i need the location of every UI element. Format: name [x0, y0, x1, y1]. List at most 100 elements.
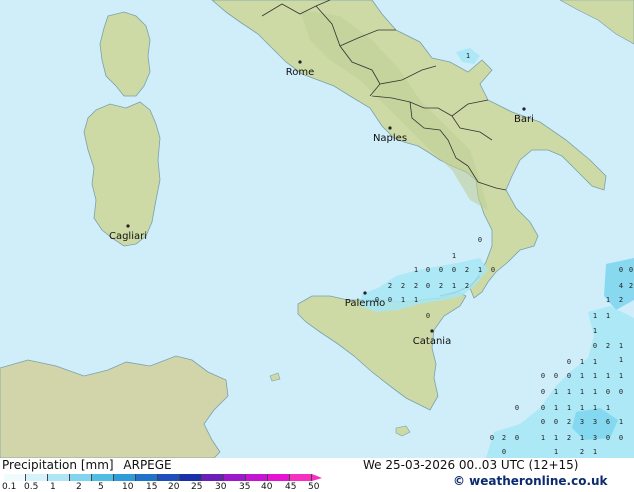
city-dot: [298, 60, 302, 64]
land-north-africa: [0, 355, 229, 458]
precip-value: 1: [414, 296, 418, 304]
precip-value: 0: [439, 266, 443, 274]
precip-value: 2: [629, 282, 633, 290]
precip-value: 0: [541, 388, 545, 396]
precip-value: 2: [465, 266, 469, 274]
scale-tick-label: 50: [308, 482, 320, 492]
city-label-catania: Catania: [413, 336, 451, 347]
precip-value: 1: [580, 434, 584, 442]
scale-swatch: [158, 474, 180, 481]
precip-value: 1: [478, 266, 482, 274]
precip-value: 1: [414, 266, 418, 274]
precip-value: 1: [452, 252, 456, 260]
scale-tick-label: 30: [215, 482, 227, 492]
precip-value: 1: [619, 342, 623, 350]
precip-value: 1: [554, 404, 558, 412]
precipitation-map[interactable]: 1011000210222021200110004212111021101100…: [0, 0, 634, 458]
precip-value: 1: [580, 404, 584, 412]
city-label-palermo: Palermo: [345, 298, 385, 309]
precip-value: 1: [606, 372, 610, 380]
precip-value: 0: [388, 296, 392, 304]
scale-tick-label: 20: [168, 482, 180, 492]
precip-value: 0: [491, 266, 495, 274]
precip-value: 2: [414, 282, 418, 290]
precip-value: 1: [606, 296, 610, 304]
precip-value: 4: [619, 282, 623, 290]
precip-value: 0: [426, 312, 430, 320]
precip-value: 0: [452, 266, 456, 274]
precip-value: 0: [541, 418, 545, 426]
scale-tick-label: 15: [146, 482, 158, 492]
city-dot: [522, 107, 526, 111]
precip-value: 1: [619, 418, 623, 426]
precip-value: 1: [593, 327, 597, 335]
city-label-cagliari: Cagliari: [109, 231, 147, 242]
city-dot: [126, 224, 130, 228]
precip-value: 1: [567, 404, 571, 412]
precip-value: 1: [554, 434, 558, 442]
precip-value: 0: [502, 448, 506, 456]
footer-title-row: Precipitation [mm] ARPEGE: [2, 458, 172, 472]
scale-swatch: [48, 474, 70, 481]
precip-value: 1: [580, 358, 584, 366]
precip-value: 0: [515, 434, 519, 442]
precip-value: 1: [606, 312, 610, 320]
precip-value: 1: [593, 358, 597, 366]
scale-tick-label: 45: [285, 482, 297, 492]
city-label-naples: Naples: [373, 133, 407, 144]
city-label-rome: Rome: [286, 67, 315, 78]
precip-value: 6: [606, 418, 610, 426]
precip-value: 0: [567, 358, 571, 366]
precip-value: 0: [554, 372, 558, 380]
precip-value: 0: [629, 266, 633, 274]
precip-value: 1: [567, 388, 571, 396]
precip-value: 1: [580, 388, 584, 396]
precip-value: 1: [619, 372, 623, 380]
precip-value: 1: [541, 434, 545, 442]
scale-swatch: [268, 474, 290, 481]
map-canvas: 1011 0 0 0 2 1 02 2 2 0 2 1 20 0 1 100 04 21 21 110 2 110 1 10 0…: [0, 0, 634, 458]
scale-swatch: [4, 474, 26, 481]
city-dot: [363, 291, 367, 295]
precip-value: 0: [554, 418, 558, 426]
scale-swatch: [290, 474, 312, 481]
precip-value: 0: [606, 388, 610, 396]
scale-tick-label: 2: [76, 482, 82, 492]
precip-value: 1: [593, 448, 597, 456]
precip-value: 0: [515, 404, 519, 412]
precip-value: 0: [478, 236, 482, 244]
scale-swatch: [224, 474, 246, 481]
precip-value: 2: [567, 418, 571, 426]
precipitation-color-scale: [4, 474, 322, 481]
precip-value: 1: [606, 404, 610, 412]
precip-value: 1: [401, 296, 405, 304]
precip-value: 2: [567, 434, 571, 442]
scale-tick-label: 10: [122, 482, 134, 492]
precip-value: 2: [439, 282, 443, 290]
precip-value: 0: [619, 388, 623, 396]
model-name: ARPEGE: [123, 458, 172, 472]
precip-value: 1: [554, 448, 558, 456]
precip-value: 0: [593, 342, 597, 350]
scale-tick-label: 35: [239, 482, 251, 492]
scale-swatch: [246, 474, 268, 481]
scale-swatch: [180, 474, 202, 481]
precip-value: 2: [465, 282, 469, 290]
scale-end-arrow-icon: [312, 474, 322, 481]
precip-value: 2: [401, 282, 405, 290]
precip-value: 1: [580, 372, 584, 380]
precip-value: 0: [426, 266, 430, 274]
precip-value: 1: [593, 372, 597, 380]
precip-value: 0: [541, 372, 545, 380]
precip-value: 1: [593, 312, 597, 320]
scale-swatch: [114, 474, 136, 481]
precip-value: 2: [606, 342, 610, 350]
precip-value: 1: [452, 282, 456, 290]
precip-value: 0: [606, 434, 610, 442]
precip-value: 1: [593, 404, 597, 412]
credit-line[interactable]: © weatheronline.co.uk: [453, 474, 608, 488]
scale-tick-label: 5: [98, 482, 104, 492]
scale-swatch: [136, 474, 158, 481]
precip-value: 0: [426, 282, 430, 290]
scale-swatch: [202, 474, 224, 481]
